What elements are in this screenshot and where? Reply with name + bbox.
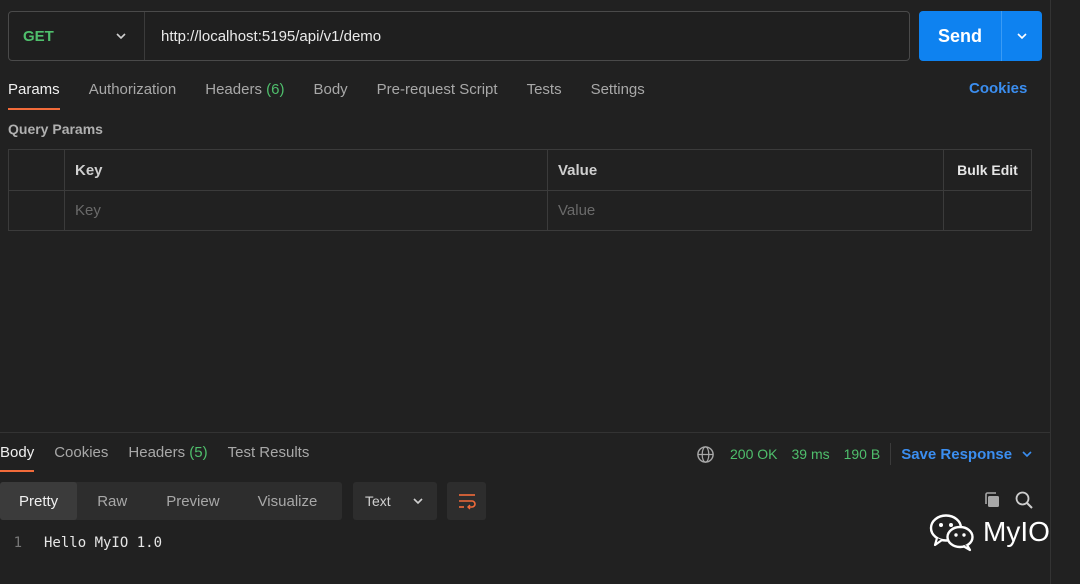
panel-divider-horizontal[interactable] [0,432,1050,433]
view-visualize-button[interactable]: Visualize [239,482,337,520]
table-header-row: Key Value Bulk Edit [9,150,1031,190]
tab-tests[interactable]: Tests [527,78,562,102]
view-pretty-button[interactable]: Pretty [0,482,78,520]
meta-divider [890,443,892,465]
row-checkbox-cell [9,191,65,230]
request-tabs: Params Authorization Headers (6) Body Pr… [8,78,674,110]
response-time[interactable]: 39 ms [791,446,829,462]
tab-response-cookies[interactable]: Cookies [54,441,108,465]
tab-params[interactable]: Params [8,78,60,110]
url-bar: GET [8,11,910,61]
tab-headers[interactable]: Headers (6) [205,78,284,102]
tab-settings[interactable]: Settings [591,78,645,102]
checkbox-column-header [9,150,65,190]
response-tabs: Body Cookies Headers (5) Test Results [0,441,329,472]
panel-divider-vertical[interactable] [1050,0,1051,584]
send-button[interactable]: Send [919,11,1001,61]
key-input[interactable]: Key [65,191,548,230]
tab-response-body[interactable]: Body [0,441,35,472]
wechat-icon [929,514,974,552]
send-button-group: Send [919,11,1042,61]
method-select[interactable]: GET [9,12,145,60]
chevron-down-icon [116,33,126,40]
response-headers-count: (5) [189,444,208,461]
query-params-title: Query Params [8,121,103,137]
tab-pre-request-script[interactable]: Pre-request Script [377,78,498,102]
cookies-link[interactable]: Cookies [969,80,1027,97]
tab-response-headers[interactable]: Headers (5) [128,441,207,465]
watermark: MyIO [929,512,1050,552]
status-code[interactable]: 200 OK [730,446,777,462]
query-params-table: Key Value Bulk Edit Key Value [8,149,1032,231]
tab-authorization[interactable]: Authorization [89,78,177,102]
format-select[interactable]: Text [353,482,437,520]
chevron-down-icon [413,498,423,505]
key-column-header: Key [65,150,548,190]
method-label: GET [23,27,54,45]
row-spacer [944,191,1031,230]
chevron-down-icon [1022,451,1032,458]
save-response-label: Save Response [901,445,1013,463]
url-input[interactable] [145,12,909,60]
response-actions [982,490,1034,510]
view-preview-button[interactable]: Preview [147,482,238,520]
bulk-edit-button[interactable]: Bulk Edit [944,150,1031,190]
tab-body[interactable]: Body [313,78,347,102]
chevron-down-icon [1017,33,1027,40]
line-number: 1 [13,535,22,551]
code-line: Hello MyIO 1.0 [44,535,163,551]
value-input[interactable]: Value [548,191,944,230]
wrap-lines-icon [458,494,476,510]
send-dropdown-button[interactable] [1001,11,1042,61]
response-meta: 200 OK 39 ms 190 B Save Response [696,443,1034,465]
response-body[interactable]: 1 Hello MyIO 1.0 [0,535,162,551]
watermark-text: MyIO [983,516,1050,547]
response-size[interactable]: 190 B [844,446,881,462]
view-mode-toolbar: Pretty Raw Preview Visualize [0,482,342,520]
tab-test-results[interactable]: Test Results [228,441,310,465]
format-label: Text [365,493,391,509]
view-raw-button[interactable]: Raw [77,482,147,520]
save-response-button[interactable]: Save Response [901,446,1034,463]
globe-icon[interactable] [696,445,715,464]
headers-count: (6) [266,81,285,98]
copy-icon[interactable] [982,490,1002,510]
value-column-header: Value [548,150,944,190]
search-icon[interactable] [1014,490,1034,510]
wrap-lines-button[interactable] [447,482,486,520]
table-row: Key Value [9,190,1031,230]
